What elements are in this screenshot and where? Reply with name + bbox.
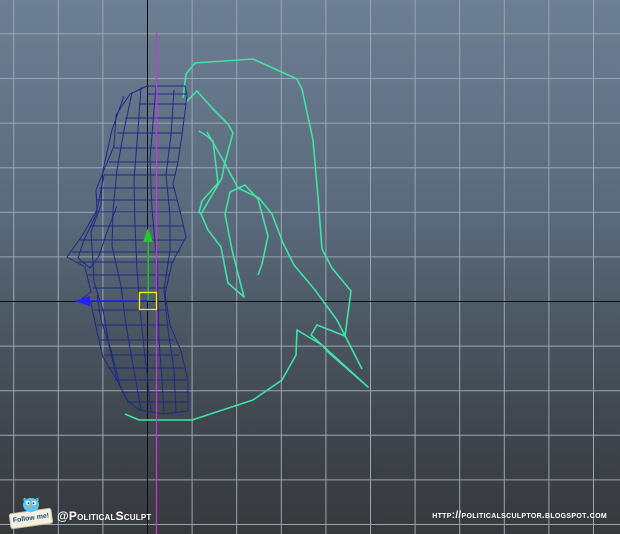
- hair-strand-3[interactable]: [200, 184, 269, 298]
- face-mesh-contour[interactable]: [163, 89, 177, 413]
- face-mesh-contour[interactable]: [90, 95, 129, 403]
- hair-strand-1[interactable]: [185, 90, 234, 215]
- blog-url-label: http://politicalsculptor.blogspot.com: [432, 510, 607, 521]
- viewport-scene[interactable]: [0, 0, 620, 534]
- face-mesh[interactable]: [66, 85, 189, 415]
- twitter-handle-label: @PoliticalSculpt: [57, 509, 152, 523]
- modeling-viewport[interactable]: Follow me! @PoliticalSculpt http://polit…: [0, 0, 620, 534]
- twitter-bird-icon: [23, 497, 39, 512]
- manipulator-z-arrow-icon[interactable]: [74, 296, 90, 306]
- face-mesh-contour[interactable]: [77, 174, 118, 269]
- manipulator-y-arrow-icon[interactable]: [143, 228, 153, 242]
